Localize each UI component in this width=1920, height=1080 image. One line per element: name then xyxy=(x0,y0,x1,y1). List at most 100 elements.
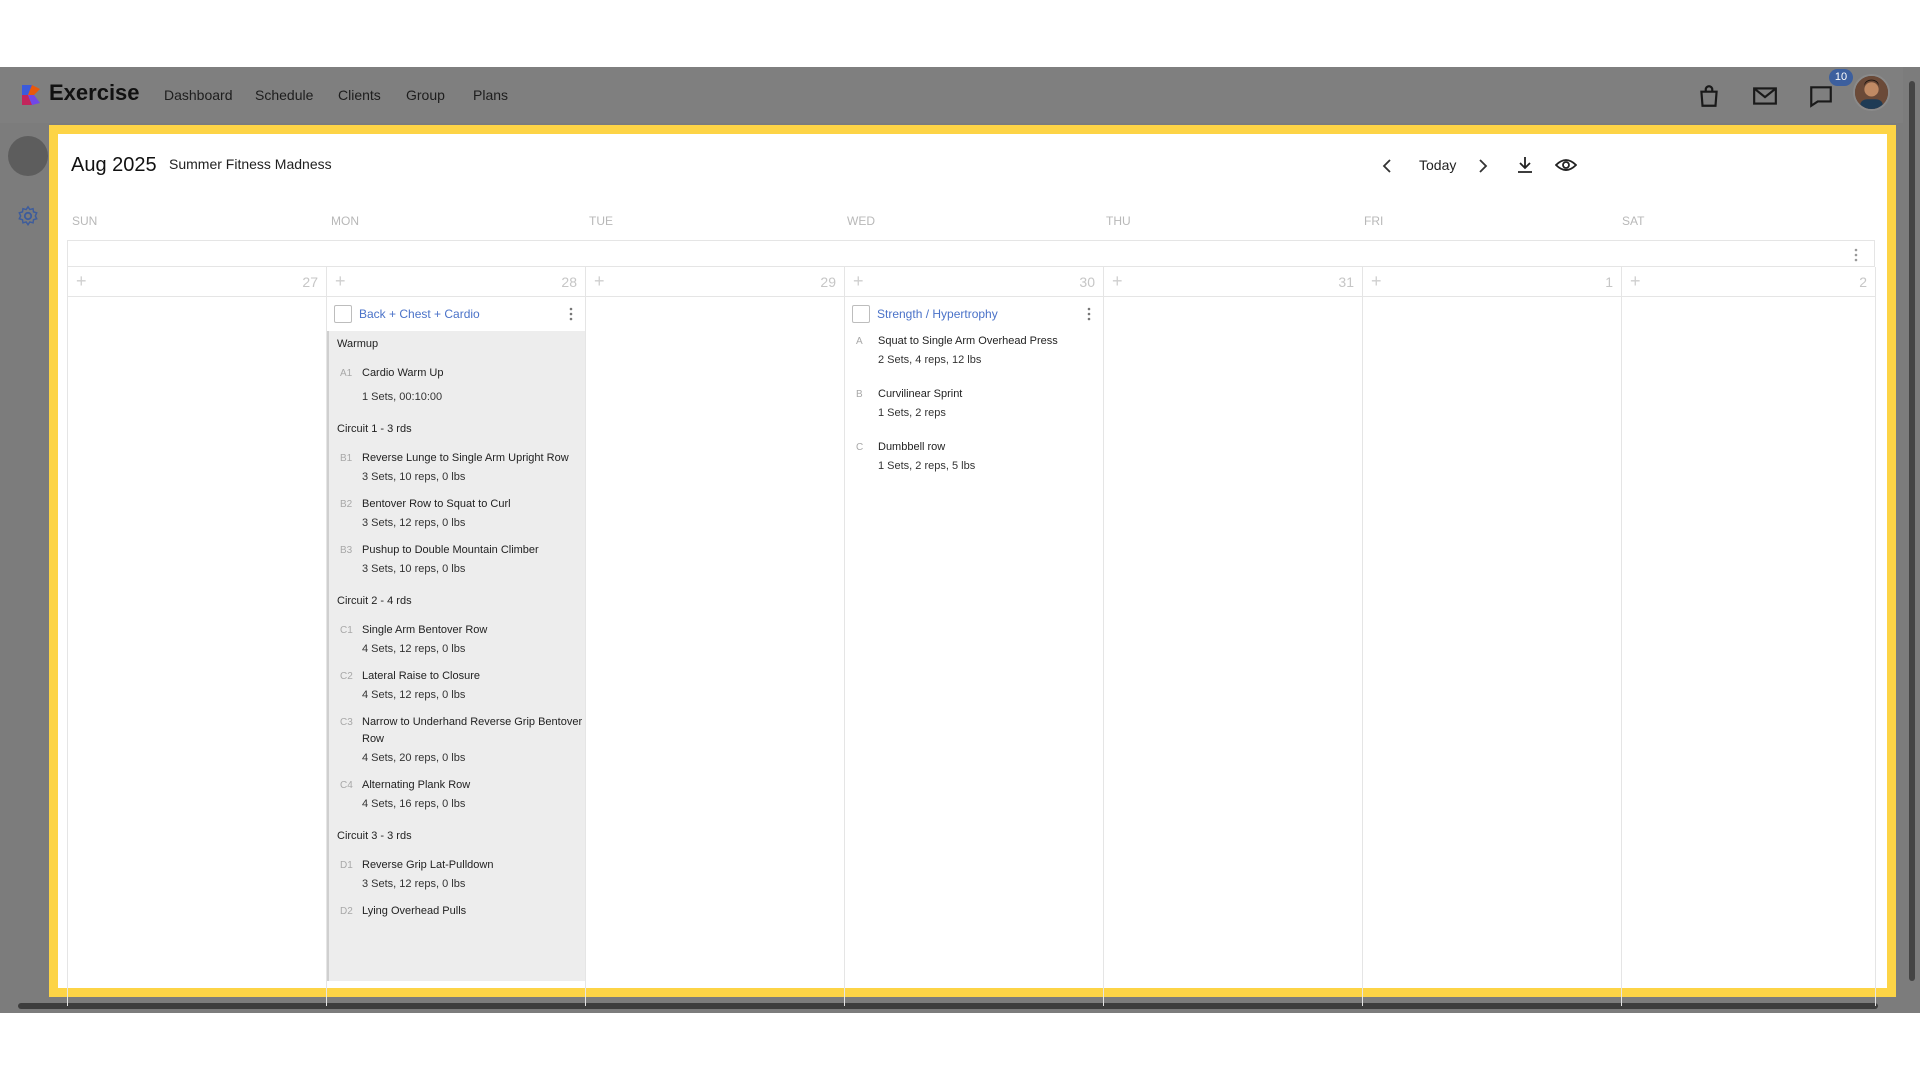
nav-clients[interactable]: Clients xyxy=(338,87,381,103)
exercise-name: Lying Overhead Pulls xyxy=(362,905,467,917)
day-column-sun[interactable]: + 27 xyxy=(68,267,327,1006)
exercise-code: B2 xyxy=(340,499,353,510)
workout-body: A Squat to Single Arm Overhead Press 2 S… xyxy=(845,331,1103,485)
add-workout-icon[interactable]: + xyxy=(1112,271,1123,291)
shopping-bag-icon[interactable] xyxy=(1696,83,1722,109)
nav-plans[interactable]: Plans xyxy=(473,87,508,103)
weekday-sat: SAT xyxy=(1622,214,1645,228)
today-button[interactable]: Today xyxy=(1419,157,1456,173)
workout-complete-checkbox[interactable] xyxy=(852,305,870,323)
day-number: 29 xyxy=(820,274,836,290)
day-number: 31 xyxy=(1338,274,1354,290)
day-column-fri[interactable]: + 1 xyxy=(1363,267,1622,1006)
add-workout-icon[interactable]: + xyxy=(853,271,864,291)
workout-title[interactable]: Strength / Hypertrophy xyxy=(877,307,998,321)
exercise-code: D2 xyxy=(340,906,353,917)
day-column-sat[interactable]: + 2 xyxy=(1622,267,1876,1006)
avatar[interactable] xyxy=(1853,74,1890,111)
exercise-name: Alternating Plank Row xyxy=(362,779,471,791)
day-column-mon[interactable]: + 28 Back + Chest + Cardio Warmup A1 Car… xyxy=(327,267,586,1006)
exercise-item[interactable]: B1 Reverse Lunge to Single Arm Upright R… xyxy=(329,450,585,496)
exercise-detail: 1 Sets, 2 reps, 5 lbs xyxy=(878,460,976,472)
download-icon[interactable] xyxy=(1515,155,1535,175)
exercise-name: Narrow to Underhand Reverse Grip Bentove… xyxy=(362,716,583,745)
workout-header: Back + Chest + Cardio xyxy=(327,298,585,331)
exercise-name: Single Arm Bentover Row xyxy=(362,624,488,636)
day-header: + 2 xyxy=(1622,267,1875,297)
exercise-name: Bentover Row to Squat to Curl xyxy=(362,498,511,510)
add-workout-icon[interactable]: + xyxy=(76,271,87,291)
week-grid: + 27 + 28 Back + Chest + Cardio Warmup A… xyxy=(67,267,1876,1006)
exercise-item[interactable]: C4 Alternating Plank Row 4 Sets, 16 reps… xyxy=(329,777,585,823)
eye-icon[interactable] xyxy=(1555,156,1577,174)
weekday-header: SUN MON TUE WED THU FRI SAT xyxy=(67,214,1875,228)
week-options-row xyxy=(67,240,1875,267)
more-vertical-icon[interactable] xyxy=(569,307,573,321)
add-workout-icon[interactable]: + xyxy=(1371,271,1382,291)
exercise-item[interactable]: C3 Narrow to Underhand Reverse Grip Bent… xyxy=(329,714,585,777)
chevron-right-icon[interactable] xyxy=(1476,158,1490,174)
exercise-name: Reverse Lunge to Single Arm Upright Row xyxy=(362,452,569,464)
exercise-item[interactable]: A Squat to Single Arm Overhead Press 2 S… xyxy=(845,333,1103,386)
day-number: 27 xyxy=(302,274,318,290)
exercise-code: C xyxy=(856,442,864,453)
more-vertical-icon[interactable] xyxy=(1854,248,1858,262)
day-column-wed[interactable]: + 30 Strength / Hypertrophy A Squat to S… xyxy=(845,267,1104,1006)
exercise-detail: 4 Sets, 16 reps, 0 lbs xyxy=(362,798,466,810)
add-workout-icon[interactable]: + xyxy=(335,271,346,291)
more-vertical-icon[interactable] xyxy=(1087,307,1091,321)
exercise-code: C4 xyxy=(340,780,353,791)
exercise-item[interactable]: A1 Cardio Warm Up 1 Sets, 00:10:00 xyxy=(329,365,585,416)
settings-gear-icon[interactable] xyxy=(17,205,39,227)
weekday-tue: TUE xyxy=(589,214,613,228)
exercise-code: A1 xyxy=(340,368,353,379)
exercise-item[interactable]: B Curvilinear Sprint 1 Sets, 2 reps xyxy=(845,386,1103,439)
exercise-item[interactable]: B3 Pushup to Double Mountain Climber 3 S… xyxy=(329,542,585,588)
exercise-detail: 4 Sets, 20 reps, 0 lbs xyxy=(362,752,466,764)
exercise-name: Squat to Single Arm Overhead Press xyxy=(878,335,1058,347)
workout-card-wed[interactable]: Strength / Hypertrophy A Squat to Single… xyxy=(845,298,1103,485)
add-workout-icon[interactable]: + xyxy=(594,271,605,291)
weekday-thu: THU xyxy=(1106,214,1131,228)
chevron-left-icon[interactable] xyxy=(1380,158,1394,174)
exercise-item[interactable]: C2 Lateral Raise to Closure 4 Sets, 12 r… xyxy=(329,668,585,714)
exercise-item[interactable]: C1 Single Arm Bentover Row 4 Sets, 12 re… xyxy=(329,622,585,668)
mail-icon[interactable] xyxy=(1752,83,1778,109)
day-header: + 29 xyxy=(586,267,844,297)
user-photo-icon xyxy=(1855,76,1888,109)
top-navbar: Exercise Dashboard Schedule Clients Grou… xyxy=(0,67,1920,123)
app-name[interactable]: Exercise xyxy=(49,80,140,106)
workout-title[interactable]: Back + Chest + Cardio xyxy=(359,307,480,321)
exercise-detail: 3 Sets, 10 reps, 0 lbs xyxy=(362,471,466,483)
vertical-scroll-thumb[interactable] xyxy=(1909,81,1915,981)
exercise-code: C2 xyxy=(340,671,353,682)
rail-profile-circle[interactable] xyxy=(8,136,48,176)
day-column-tue[interactable]: + 29 xyxy=(586,267,845,1006)
app-screen: Exercise Dashboard Schedule Clients Grou… xyxy=(0,67,1920,1013)
exercise-item[interactable]: B2 Bentover Row to Squat to Curl 3 Sets,… xyxy=(329,496,585,542)
exercise-code: B1 xyxy=(340,453,353,464)
day-column-thu[interactable]: + 31 xyxy=(1104,267,1363,1006)
weekday-wed: WED xyxy=(847,214,875,228)
add-workout-icon[interactable]: + xyxy=(1630,271,1641,291)
exercise-detail: 4 Sets, 12 reps, 0 lbs xyxy=(362,643,466,655)
section-title: Circuit 2 - 4 rds xyxy=(337,595,412,607)
day-header: + 1 xyxy=(1363,267,1621,297)
day-header: + 27 xyxy=(68,267,326,297)
nav-dashboard[interactable]: Dashboard xyxy=(164,87,233,103)
month-title: Aug 2025 xyxy=(71,154,157,176)
workout-body: Warmup A1 Cardio Warm Up 1 Sets, 00:10:0… xyxy=(327,331,585,981)
workout-card-mon[interactable]: Back + Chest + Cardio Warmup A1 Cardio W… xyxy=(327,298,585,981)
nav-schedule[interactable]: Schedule xyxy=(255,87,313,103)
nav-group[interactable]: Group xyxy=(406,87,445,103)
exercise-code: C3 xyxy=(340,717,353,728)
exercise-item[interactable]: C Dumbbell row 1 Sets, 2 reps, 5 lbs xyxy=(845,439,1103,485)
exercise-item[interactable]: D2 Lying Overhead Pulls xyxy=(329,903,585,932)
day-number: 28 xyxy=(561,274,577,290)
exercise-item[interactable]: D1 Reverse Grip Lat-Pulldown 3 Sets, 12 … xyxy=(329,857,585,903)
chat-icon[interactable] xyxy=(1808,83,1834,109)
exercise-name: Cardio Warm Up xyxy=(362,367,444,379)
workout-complete-checkbox[interactable] xyxy=(334,305,352,323)
exercise-code: B3 xyxy=(340,545,353,556)
exercise-code: D1 xyxy=(340,860,353,871)
